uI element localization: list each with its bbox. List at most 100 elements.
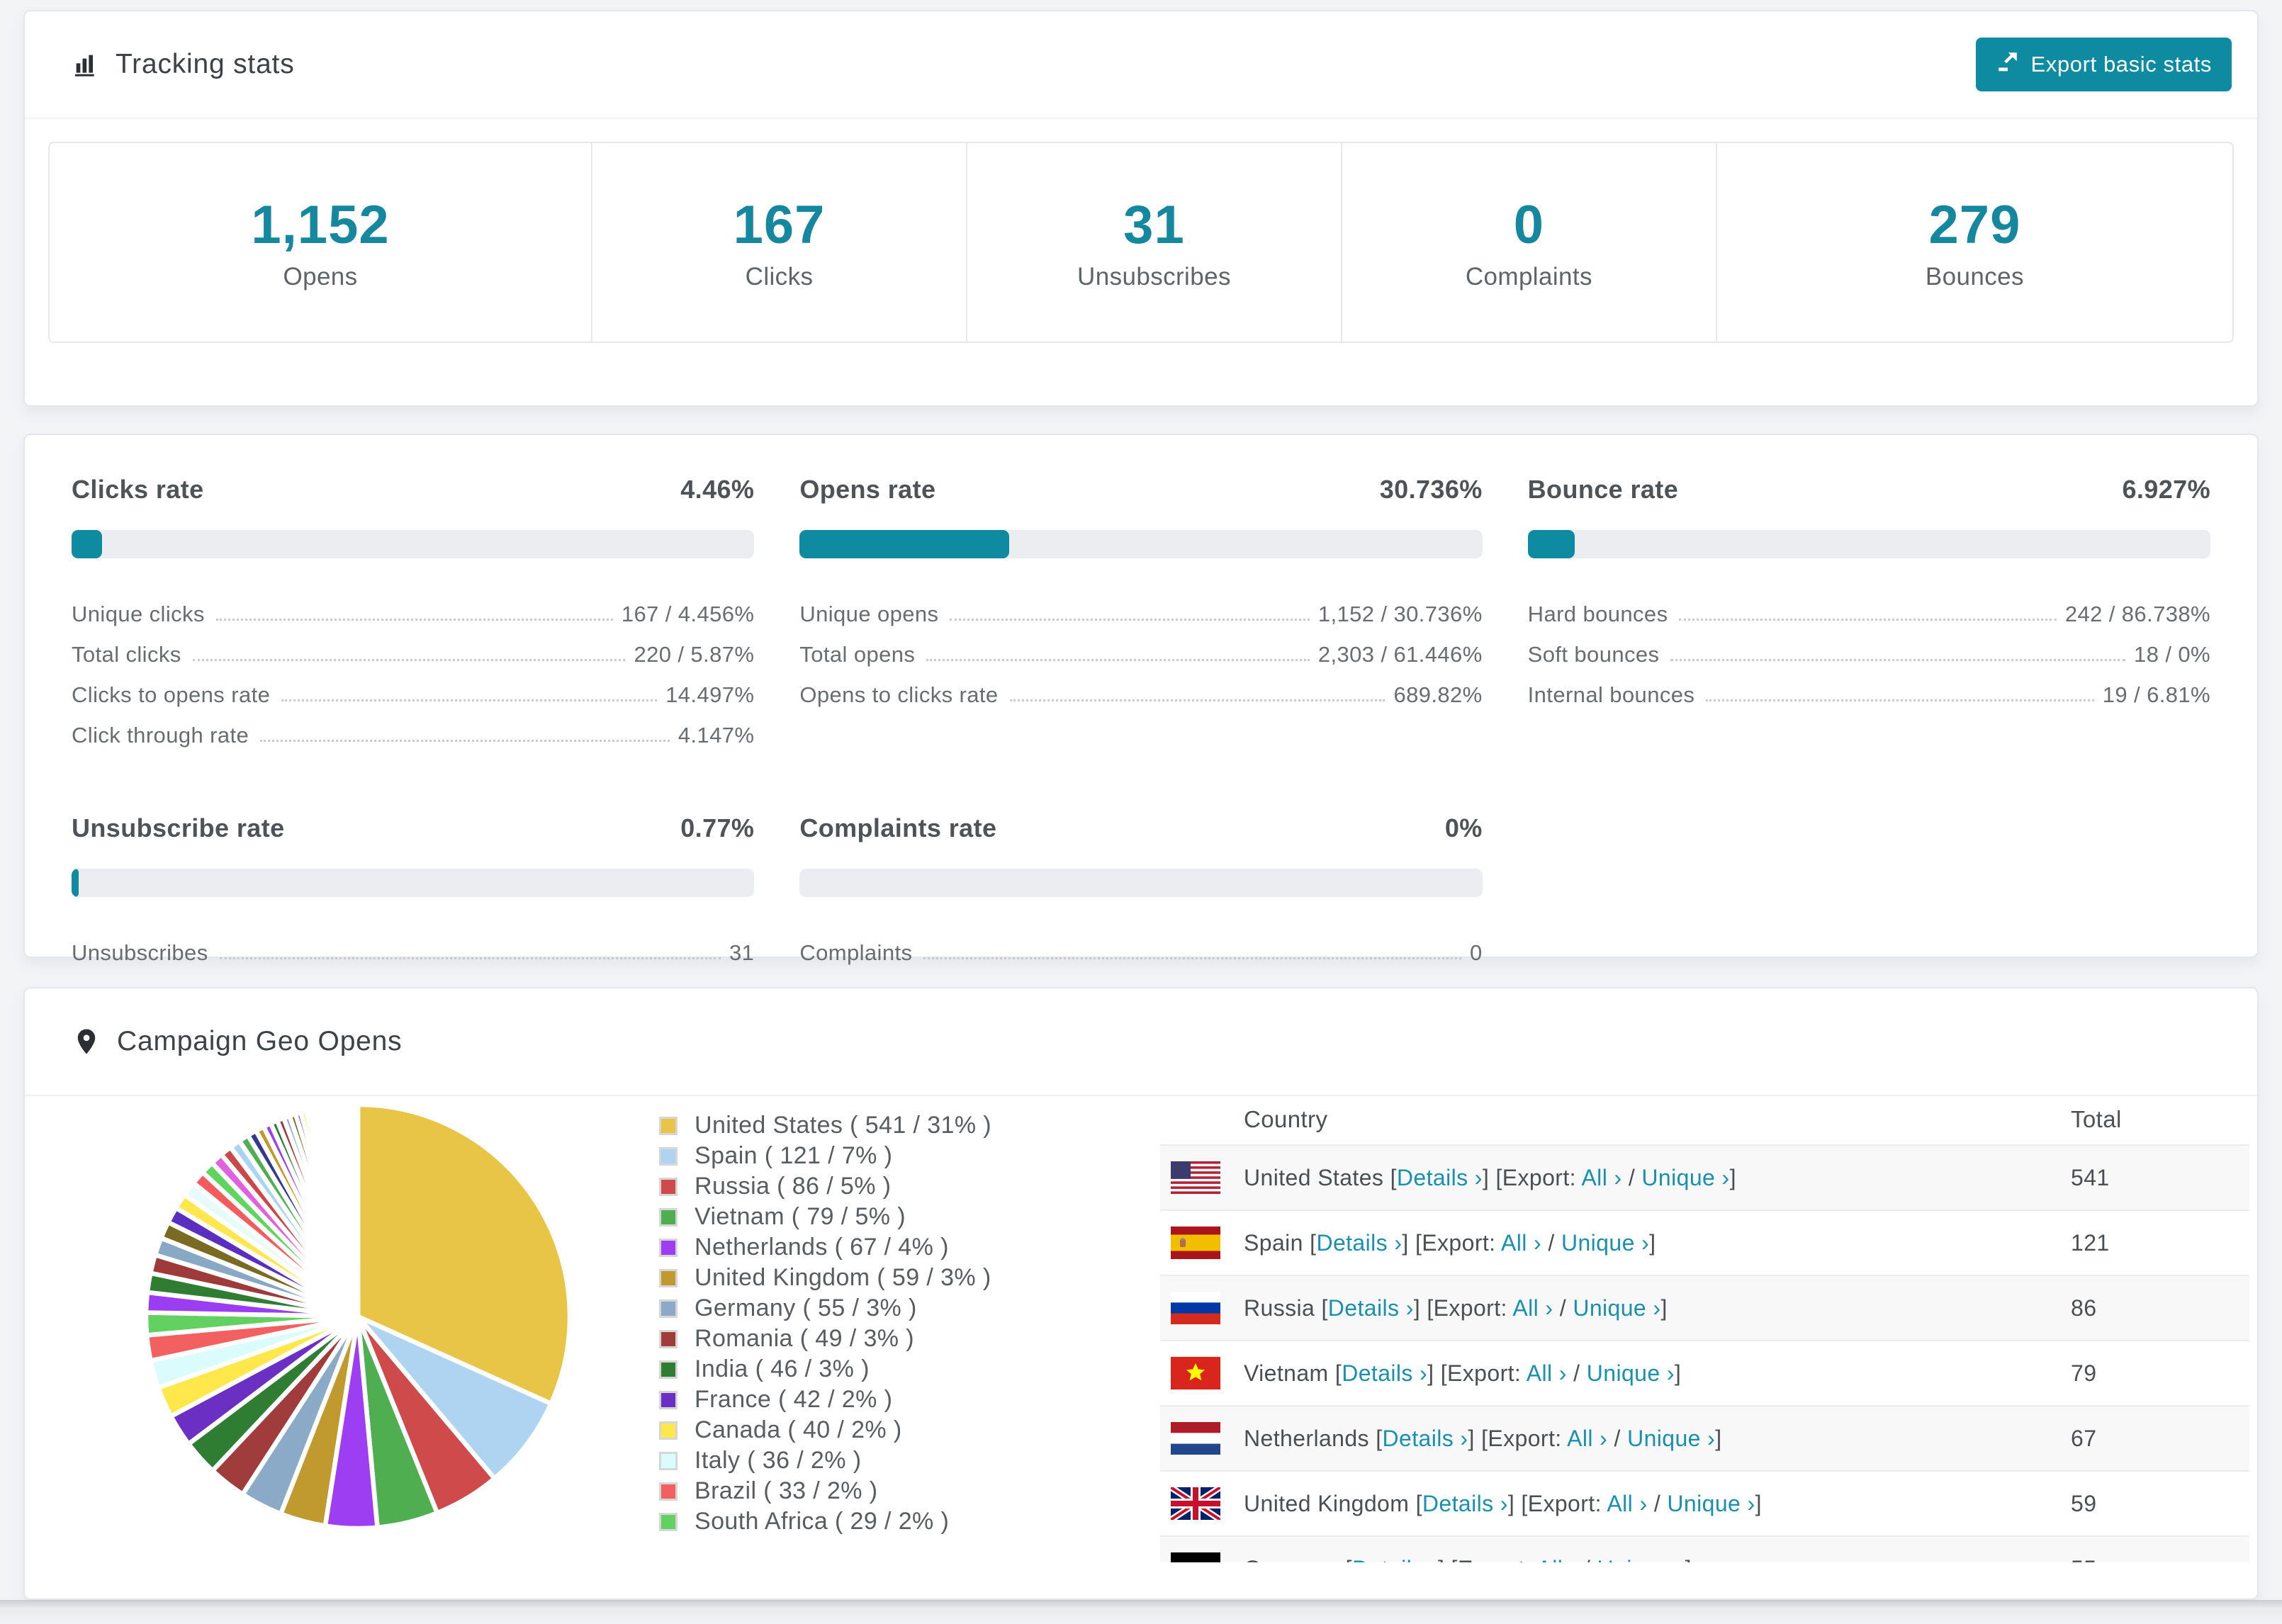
export-unique-link[interactable]: Unique › <box>1641 1165 1729 1190</box>
unsubscribe-rate-bar <box>72 869 755 897</box>
export-unique-link[interactable]: Unique › <box>1627 1426 1715 1451</box>
legend-label: Germany ( 55 / 3% ) <box>695 1295 917 1321</box>
total-cell: 121 <box>2071 1229 2110 1256</box>
legend-item[interactable]: Spain ( 121 / 7% ) <box>659 1141 991 1171</box>
clicks-rate-value: 4.46% <box>680 475 755 504</box>
legend-item[interactable]: India ( 46 / 3% ) <box>659 1354 991 1385</box>
rate-row-value: 19 / 6.81% <box>2102 682 2210 707</box>
export-all-link[interactable]: All › <box>1512 1295 1553 1321</box>
export-basic-stats-button[interactable]: Export basic stats <box>1975 38 2232 91</box>
total-column-header: Total <box>2071 1106 2122 1132</box>
export-unique-link[interactable]: Unique › <box>1667 1491 1755 1516</box>
legend-label: United States ( 541 / 31% ) <box>695 1112 992 1139</box>
stat-complaints: 0 Complaints <box>1340 143 1716 342</box>
geo-pie-chart[interactable] <box>140 1098 576 1535</box>
total-cell: 79 <box>2071 1360 2097 1386</box>
rate-row-label: Internal bounces <box>1527 682 1695 707</box>
rate-row: Internal bounces 19 / 6.81% <box>1528 667 2210 708</box>
country-cell: Vietnam [Details ›] [Export: All › / Uni… <box>1244 1360 1682 1386</box>
legend-item[interactable]: Germany ( 55 / 3% ) <box>659 1293 991 1324</box>
total-cell: 86 <box>2071 1295 2097 1321</box>
dotted-leader <box>1706 699 2094 701</box>
export-all-link[interactable]: All › <box>1581 1165 1621 1190</box>
geo-title-text: Campaign Geo Opens <box>117 1026 403 1056</box>
rate-row-value: 242 / 86.738% <box>2064 602 2210 626</box>
flag-ru-icon <box>1171 1292 1220 1324</box>
legend-item[interactable]: Italy ( 36 / 2% ) <box>659 1445 991 1476</box>
stat-complaints-value: 0 <box>1513 194 1545 255</box>
details-link[interactable]: Details › <box>1328 1295 1414 1321</box>
stat-opens-label: Opens <box>283 262 358 291</box>
legend-item[interactable]: Romania ( 49 / 3% ) <box>659 1324 991 1354</box>
stat-clicks-label: Clicks <box>745 262 814 291</box>
export-all-link[interactable]: All › <box>1527 1360 1567 1386</box>
geo-table-row: Spain [Details ›] [Export: All › / Uniqu… <box>1160 1209 2249 1275</box>
details-link[interactable]: Details › <box>1422 1491 1508 1516</box>
legend-swatch <box>659 1482 678 1501</box>
rates-grid: Clicks rate 4.46% Unique clicks 167 / 4.4… <box>25 435 2257 1005</box>
legend-item[interactable]: South Africa ( 29 / 2% ) <box>659 1506 991 1537</box>
legend-item[interactable]: United States ( 541 / 31% ) <box>659 1110 991 1141</box>
legend-item[interactable]: Netherlands ( 67 / 4% ) <box>659 1232 991 1263</box>
unsubscribe-rate-title: Unsubscribe rate <box>72 813 285 842</box>
geo-header: Campaign Geo Opens <box>25 988 2257 1096</box>
rates-card: Clicks rate 4.46% Unique clicks 167 / 4.4… <box>23 434 2259 965</box>
export-unique-link[interactable]: Unique › <box>1587 1360 1675 1386</box>
stat-unsubscribes: 31 Unsubscribes <box>965 143 1341 342</box>
flag-vn-icon <box>1171 1357 1220 1389</box>
total-cell: 67 <box>2071 1425 2097 1451</box>
rate-row: Soft bounces 18 / 0% <box>1528 627 2210 667</box>
legend-label: Netherlands ( 67 / 4% ) <box>695 1234 949 1261</box>
clicks-rate-bar-fill <box>72 530 102 558</box>
rate-row-label: Total opens <box>799 642 916 667</box>
export-unique-link[interactable]: Unique › <box>1597 1556 1685 1563</box>
details-link[interactable]: Details › <box>1397 1165 1483 1190</box>
geo-table: Country Total United States [Details ›] … <box>1160 1095 2249 1562</box>
export-all-link[interactable]: All › <box>1501 1230 1541 1256</box>
bounce-rate-bar <box>1527 530 2210 558</box>
opens-rate-title: Opens rate <box>799 475 936 504</box>
country-cell: Spain [Details ›] [Export: All › / Uniqu… <box>1244 1229 1656 1256</box>
bounce-rate-title: Bounce rate <box>1527 475 1679 504</box>
export-unique-link[interactable]: Unique › <box>1561 1230 1649 1256</box>
rate-row-value: 220 / 5.87% <box>634 642 755 667</box>
legend-label: Canada ( 40 / 2% ) <box>695 1416 902 1443</box>
details-link[interactable]: Details › <box>1342 1360 1427 1386</box>
export-unique-link[interactable]: Unique › <box>1573 1295 1660 1321</box>
page-bottom-band <box>0 1600 2282 1624</box>
rate-row-label: Soft bounces <box>1527 642 1660 667</box>
export-all-link[interactable]: All › <box>1537 1556 1578 1563</box>
rate-row-value: 167 / 4.456% <box>621 602 755 626</box>
details-link[interactable]: Details › <box>1352 1556 1438 1563</box>
details-link[interactable]: Details › <box>1383 1426 1468 1451</box>
rate-row-label: Clicks to opens rate <box>72 682 271 707</box>
legend-swatch <box>659 1390 678 1409</box>
legend-item[interactable]: Brazil ( 33 / 2% ) <box>659 1476 991 1506</box>
legend-item[interactable]: Vietnam ( 79 / 5% ) <box>659 1202 991 1232</box>
legend-swatch <box>659 1299 678 1318</box>
rate-row-value: 4.147% <box>678 723 755 748</box>
tracking-stats-title-text: Tracking stats <box>116 49 295 79</box>
rate-row: Unique opens 1,152 / 30.736% <box>799 587 1482 627</box>
opens-rate-panel: Opens rate 30.736% Unique opens 1,152 / 3… <box>799 475 1483 748</box>
legend-item[interactable]: Canada ( 40 / 2% ) <box>659 1415 991 1445</box>
legend-item[interactable]: France ( 42 / 2% ) <box>659 1385 991 1415</box>
legend-item[interactable]: United Kingdom ( 59 / 3% ) <box>659 1263 991 1293</box>
export-all-link[interactable]: All › <box>1567 1426 1607 1451</box>
stat-clicks-value: 167 <box>733 194 826 255</box>
pie-slice-other-48[interactable] <box>354 1102 361 1319</box>
dotted-leader <box>281 699 658 701</box>
legend-label: Romania ( 49 / 3% ) <box>695 1325 914 1352</box>
geo-title: Campaign Geo Opens <box>72 1026 402 1057</box>
geo-table-row: Netherlands [Details ›] [Export: All › /… <box>1160 1405 2249 1470</box>
details-link[interactable]: Details › <box>1316 1230 1402 1256</box>
rate-row: Click through rate 4.147% <box>72 708 754 748</box>
legend-label: South Africa ( 29 / 2% ) <box>695 1508 950 1535</box>
export-all-link[interactable]: All › <box>1607 1491 1647 1516</box>
clicks-rate-bar <box>72 530 755 558</box>
legend-item[interactable]: Russia ( 86 / 5% ) <box>659 1171 991 1202</box>
unsubscribe-rate-panel: Unsubscribe rate 0.77% Unsubscribes 31 <box>72 813 755 966</box>
opens-rate-bar-fill <box>799 530 1010 558</box>
stat-clicks: 167 Clicks <box>591 143 966 342</box>
complaints-rate-value: 0% <box>1444 813 1483 842</box>
